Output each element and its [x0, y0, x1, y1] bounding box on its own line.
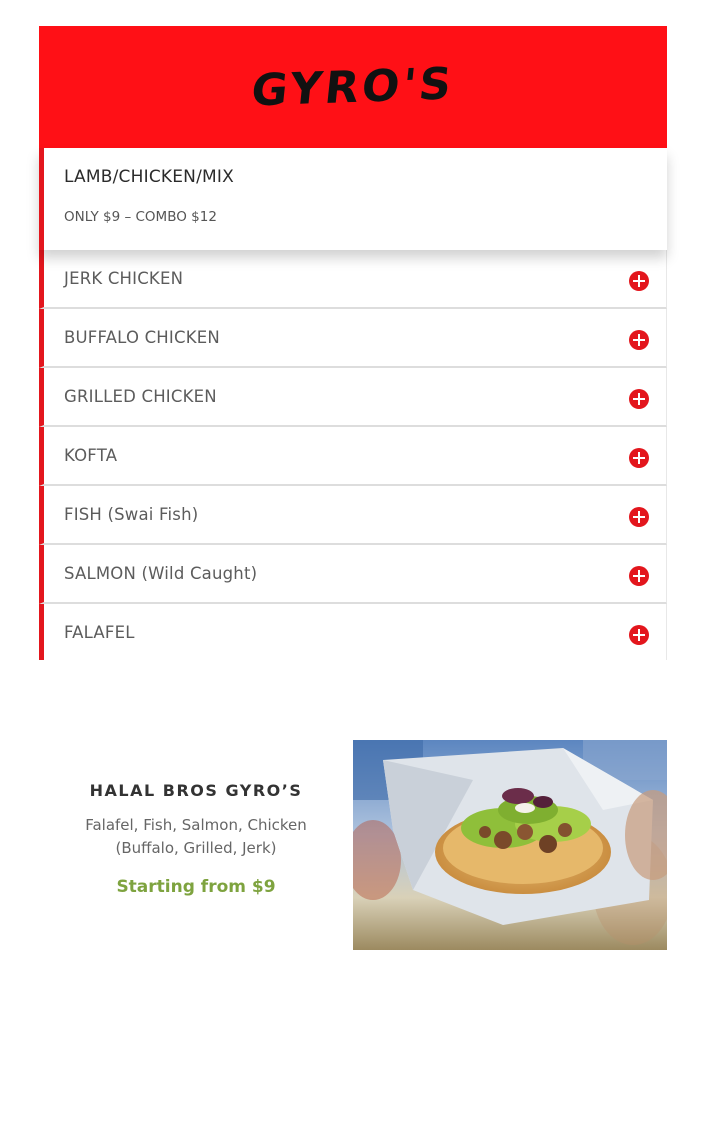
accordion-item-jerk-chicken[interactable]: JERK CHICKEN	[39, 250, 667, 309]
plus-circle-icon[interactable]	[629, 330, 649, 350]
page: GYRO'S LAMB/CHICKEN/MIX ONLY $9 – COMBO …	[0, 0, 705, 1144]
plus-circle-icon[interactable]	[629, 448, 649, 468]
accordion-item-fish[interactable]: FISH (Swai Fish)	[39, 486, 667, 545]
accordion-item-kofta[interactable]: KOFTA	[39, 427, 667, 486]
menu-header: GYRO'S	[39, 26, 667, 148]
accordion-item-body: ONLY $9 – COMBO $12	[64, 209, 217, 225]
accordion-item-label: FISH (Swai Fish)	[64, 505, 199, 524]
plus-circle-icon[interactable]	[629, 271, 649, 291]
accordion-item-falafel[interactable]: FALAFEL	[39, 604, 667, 660]
accordion-item-label: JERK CHICKEN	[64, 269, 184, 288]
promo-text-block: HALAL BROS GYRO’S Falafel, Fish, Salmon,…	[39, 740, 353, 950]
accordion-item-open[interactable]: LAMB/CHICKEN/MIX ONLY $9 – COMBO $12	[39, 148, 667, 250]
gyro-photo-illustration	[353, 740, 667, 950]
gyro-accordion: LAMB/CHICKEN/MIX ONLY $9 – COMBO $12 JER…	[39, 148, 667, 660]
accordion-item-title: LAMB/CHICKEN/MIX	[64, 167, 234, 187]
promo-title: HALAL BROS GYRO’S	[89, 781, 303, 800]
menu-title: GYRO'S	[249, 57, 457, 117]
accordion-item-buffalo-chicken[interactable]: BUFFALO CHICKEN	[39, 309, 667, 368]
accordion-item-grilled-chicken[interactable]: GRILLED CHICKEN	[39, 368, 667, 427]
gyro-photo	[353, 740, 667, 950]
accordion-item-label: GRILLED CHICKEN	[64, 387, 217, 406]
promo-price: Starting from $9	[116, 877, 276, 897]
plus-circle-icon[interactable]	[629, 625, 649, 645]
plus-circle-icon[interactable]	[629, 566, 649, 586]
accordion-item-label: FALAFEL	[64, 623, 135, 642]
accordion-item-salmon[interactable]: SALMON (Wild Caught)	[39, 545, 667, 604]
accordion-item-label: BUFFALO CHICKEN	[64, 328, 220, 347]
promo-section: HALAL BROS GYRO’S Falafel, Fish, Salmon,…	[39, 740, 667, 950]
accordion-item-label: KOFTA	[64, 446, 118, 465]
plus-circle-icon[interactable]	[629, 389, 649, 409]
accordion-item-label: SALMON (Wild Caught)	[64, 564, 258, 583]
plus-circle-icon[interactable]	[629, 507, 649, 527]
promo-description: Falafel, Fish, Salmon, Chicken (Buffalo,…	[85, 816, 307, 857]
